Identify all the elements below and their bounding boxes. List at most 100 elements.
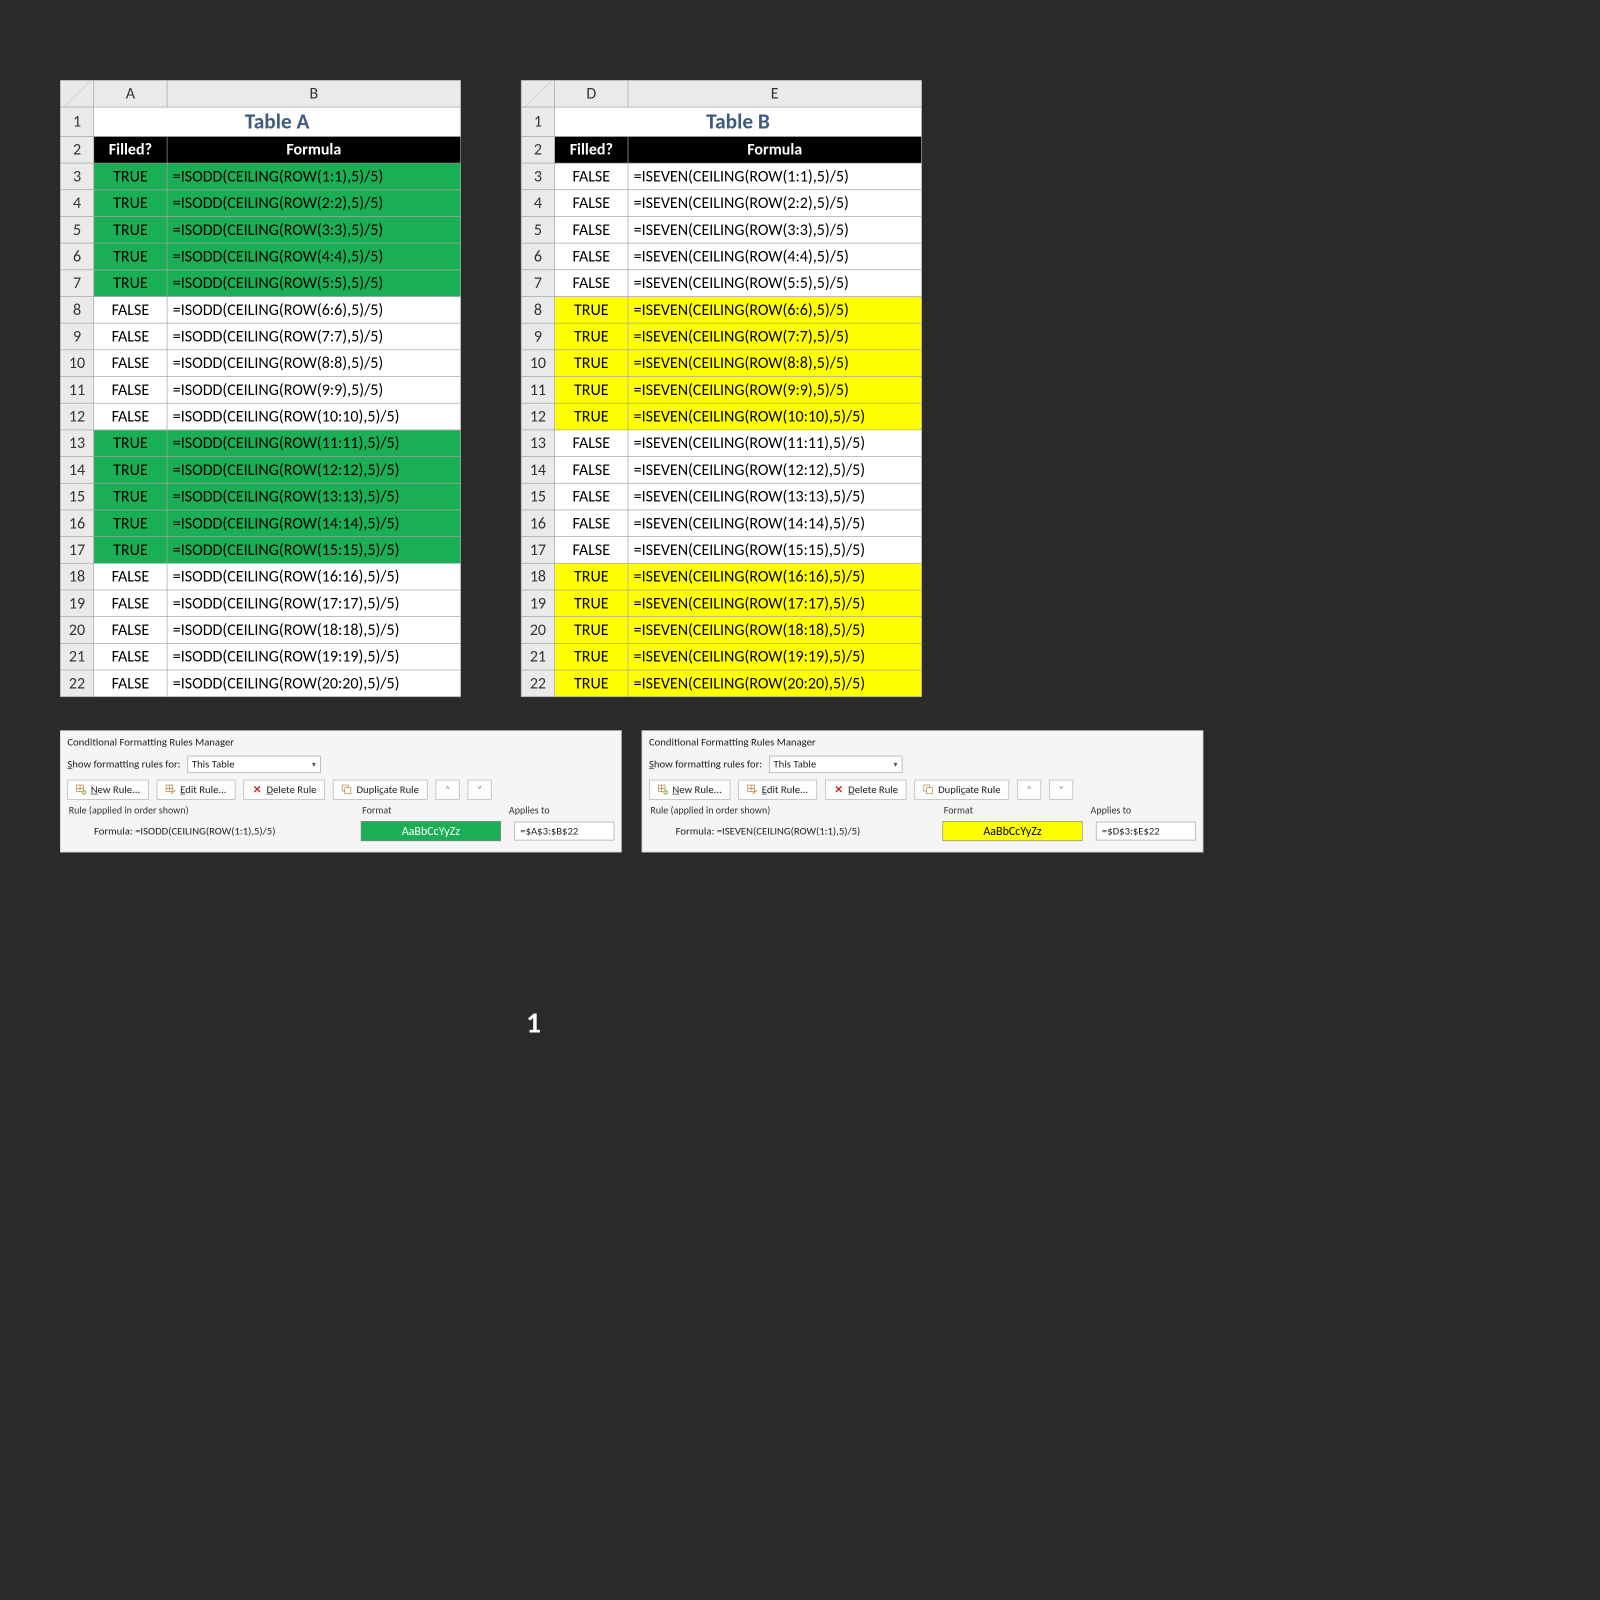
cell-filled[interactable]: TRUE bbox=[94, 430, 167, 457]
row-header[interactable]: 3 bbox=[60, 163, 93, 190]
row-header[interactable]: 7 bbox=[60, 270, 93, 297]
row-header[interactable]: 14 bbox=[60, 457, 93, 484]
row-header[interactable]: 10 bbox=[60, 350, 93, 377]
move-down-button[interactable]: ˅ bbox=[1049, 780, 1073, 800]
cell-filled[interactable]: TRUE bbox=[94, 190, 167, 217]
cell-filled[interactable]: TRUE bbox=[555, 323, 628, 350]
cell-filled[interactable]: FALSE bbox=[94, 563, 167, 590]
scope-dropdown[interactable]: This Table ▾ bbox=[187, 756, 320, 773]
cell-formula[interactable]: =ISODD(CEILING(ROW(18:18),5)/5) bbox=[167, 617, 460, 644]
cell-formula[interactable]: =ISEVEN(CEILING(ROW(2:2),5)/5) bbox=[628, 190, 921, 217]
move-down-button[interactable]: ˅ bbox=[468, 780, 492, 800]
column-header[interactable]: D bbox=[555, 80, 628, 107]
cell-formula[interactable]: =ISODD(CEILING(ROW(1:1),5)/5) bbox=[167, 163, 460, 190]
applies-to-input[interactable]: =$A$3:$B$22 bbox=[514, 822, 614, 841]
cell-formula[interactable]: =ISEVEN(CEILING(ROW(10:10),5)/5) bbox=[628, 403, 921, 430]
cell-filled[interactable]: FALSE bbox=[555, 430, 628, 457]
row-header[interactable]: 15 bbox=[521, 483, 554, 510]
row-header[interactable]: 7 bbox=[521, 270, 554, 297]
row-header[interactable]: 12 bbox=[60, 403, 93, 430]
row-header[interactable]: 20 bbox=[521, 617, 554, 644]
cell-formula[interactable]: =ISEVEN(CEILING(ROW(16:16),5)/5) bbox=[628, 563, 921, 590]
select-all-corner[interactable] bbox=[60, 80, 93, 107]
rule-row[interactable]: Formula: =ISODD(CEILING(ROW(1:1),5)/5) A… bbox=[94, 821, 614, 841]
row-header[interactable]: 6 bbox=[521, 243, 554, 270]
row-header[interactable]: 20 bbox=[60, 617, 93, 644]
row-header[interactable]: 8 bbox=[521, 296, 554, 323]
cell-filled[interactable]: FALSE bbox=[94, 377, 167, 404]
cell-formula[interactable]: =ISEVEN(CEILING(ROW(3:3),5)/5) bbox=[628, 216, 921, 243]
cell-filled[interactable]: FALSE bbox=[94, 643, 167, 670]
row-header[interactable]: 4 bbox=[60, 190, 93, 217]
new-rule-button[interactable]: New Rule... bbox=[649, 780, 730, 800]
row-header[interactable]: 18 bbox=[521, 563, 554, 590]
cell-filled[interactable]: FALSE bbox=[555, 270, 628, 297]
cell-formula[interactable]: =ISEVEN(CEILING(ROW(14:14),5)/5) bbox=[628, 510, 921, 537]
cell-formula[interactable]: =ISODD(CEILING(ROW(14:14),5)/5) bbox=[167, 510, 460, 537]
cell-formula[interactable]: =ISEVEN(CEILING(ROW(7:7),5)/5) bbox=[628, 323, 921, 350]
row-header[interactable]: 11 bbox=[60, 377, 93, 404]
cell-filled[interactable]: TRUE bbox=[94, 270, 167, 297]
cell-formula[interactable]: =ISEVEN(CEILING(ROW(18:18),5)/5) bbox=[628, 617, 921, 644]
cell-filled[interactable]: TRUE bbox=[94, 216, 167, 243]
row-header[interactable]: 13 bbox=[60, 430, 93, 457]
row-header[interactable]: 14 bbox=[521, 457, 554, 484]
row-header[interactable]: 2 bbox=[60, 136, 93, 163]
column-header[interactable]: E bbox=[628, 80, 921, 107]
cell-filled[interactable]: FALSE bbox=[555, 457, 628, 484]
cell-formula[interactable]: =ISEVEN(CEILING(ROW(13:13),5)/5) bbox=[628, 483, 921, 510]
cell-filled[interactable]: TRUE bbox=[94, 510, 167, 537]
row-header[interactable]: 21 bbox=[60, 643, 93, 670]
row-header[interactable]: 21 bbox=[521, 643, 554, 670]
cell-formula[interactable]: =ISEVEN(CEILING(ROW(4:4),5)/5) bbox=[628, 243, 921, 270]
cell-filled[interactable]: TRUE bbox=[94, 537, 167, 564]
cell-formula[interactable]: =ISODD(CEILING(ROW(6:6),5)/5) bbox=[167, 296, 460, 323]
cell-formula[interactable]: =ISEVEN(CEILING(ROW(9:9),5)/5) bbox=[628, 377, 921, 404]
cell-formula[interactable]: =ISODD(CEILING(ROW(11:11),5)/5) bbox=[167, 430, 460, 457]
row-header[interactable]: 1 bbox=[60, 107, 93, 136]
cell-formula[interactable]: =ISEVEN(CEILING(ROW(1:1),5)/5) bbox=[628, 163, 921, 190]
cell-filled[interactable]: FALSE bbox=[555, 216, 628, 243]
delete-rule-button[interactable]: ✕ Delete Rule bbox=[825, 780, 907, 800]
cell-formula[interactable]: =ISODD(CEILING(ROW(20:20),5)/5) bbox=[167, 670, 460, 697]
cell-formula[interactable]: =ISODD(CEILING(ROW(2:2),5)/5) bbox=[167, 190, 460, 217]
cell-formula[interactable]: =ISEVEN(CEILING(ROW(11:11),5)/5) bbox=[628, 430, 921, 457]
cell-filled[interactable]: TRUE bbox=[555, 296, 628, 323]
cell-formula[interactable]: =ISODD(CEILING(ROW(9:9),5)/5) bbox=[167, 377, 460, 404]
row-header[interactable]: 17 bbox=[521, 537, 554, 564]
move-up-button[interactable]: ˄ bbox=[1017, 780, 1041, 800]
cell-formula[interactable]: =ISODD(CEILING(ROW(5:5),5)/5) bbox=[167, 270, 460, 297]
cell-formula[interactable]: =ISODD(CEILING(ROW(8:8),5)/5) bbox=[167, 350, 460, 377]
cell-formula[interactable]: =ISODD(CEILING(ROW(19:19),5)/5) bbox=[167, 643, 460, 670]
duplicate-rule-button[interactable]: Duplicate Rule bbox=[333, 780, 427, 800]
column-header[interactable]: B bbox=[167, 80, 460, 107]
cell-formula[interactable]: =ISODD(CEILING(ROW(10:10),5)/5) bbox=[167, 403, 460, 430]
row-header[interactable]: 9 bbox=[521, 323, 554, 350]
cell-formula[interactable]: =ISEVEN(CEILING(ROW(20:20),5)/5) bbox=[628, 670, 921, 697]
cell-filled[interactable]: TRUE bbox=[555, 377, 628, 404]
duplicate-rule-button[interactable]: Duplicate Rule bbox=[915, 780, 1009, 800]
cell-formula[interactable]: =ISEVEN(CEILING(ROW(17:17),5)/5) bbox=[628, 590, 921, 617]
cell-filled[interactable]: TRUE bbox=[555, 563, 628, 590]
cell-filled[interactable]: TRUE bbox=[555, 670, 628, 697]
cell-formula[interactable]: =ISODD(CEILING(ROW(12:12),5)/5) bbox=[167, 457, 460, 484]
cell-filled[interactable]: TRUE bbox=[94, 163, 167, 190]
row-header[interactable]: 9 bbox=[60, 323, 93, 350]
row-header[interactable]: 4 bbox=[521, 190, 554, 217]
applies-to-input[interactable]: =$D$3:$E$22 bbox=[1096, 822, 1196, 841]
row-header[interactable]: 3 bbox=[521, 163, 554, 190]
cell-formula[interactable]: =ISODD(CEILING(ROW(4:4),5)/5) bbox=[167, 243, 460, 270]
cell-filled[interactable]: FALSE bbox=[94, 590, 167, 617]
cell-filled[interactable]: FALSE bbox=[555, 190, 628, 217]
cell-formula[interactable]: =ISEVEN(CEILING(ROW(15:15),5)/5) bbox=[628, 537, 921, 564]
move-up-button[interactable]: ˄ bbox=[436, 780, 460, 800]
row-header[interactable]: 22 bbox=[521, 670, 554, 697]
cell-formula[interactable]: =ISODD(CEILING(ROW(15:15),5)/5) bbox=[167, 537, 460, 564]
select-all-corner[interactable] bbox=[521, 80, 554, 107]
cell-filled[interactable]: TRUE bbox=[555, 590, 628, 617]
row-header[interactable]: 16 bbox=[521, 510, 554, 537]
cell-filled[interactable]: TRUE bbox=[94, 483, 167, 510]
cell-formula[interactable]: =ISEVEN(CEILING(ROW(8:8),5)/5) bbox=[628, 350, 921, 377]
row-header[interactable]: 15 bbox=[60, 483, 93, 510]
cell-filled[interactable]: TRUE bbox=[94, 243, 167, 270]
